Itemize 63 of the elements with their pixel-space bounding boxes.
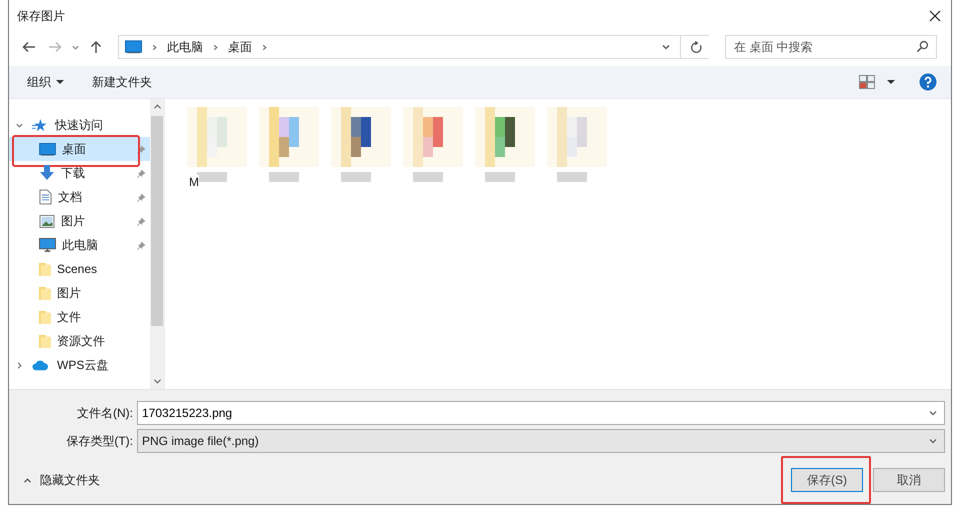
chevron-down-icon[interactable] (661, 42, 671, 52)
window-title: 保存图片 (17, 8, 65, 24)
file-type-label: 保存类型(T): (65, 432, 134, 450)
chevron-right-icon (261, 44, 268, 50)
folder-icon (39, 309, 51, 325)
chevron-down-icon (928, 408, 938, 418)
folder-icon (39, 333, 51, 349)
organize-menu-button[interactable]: 组织 (21, 70, 70, 94)
pin-icon[interactable] (137, 192, 146, 202)
pin-icon[interactable] (137, 168, 146, 178)
monitor-icon (39, 238, 56, 252)
down-arrow-icon (39, 165, 55, 181)
sidebar-item[interactable]: 桌面 (9, 137, 150, 161)
refresh-icon[interactable] (690, 40, 703, 54)
chevron-down-icon (928, 436, 938, 446)
folder-icon (39, 285, 51, 301)
cloud-icon (32, 359, 49, 371)
monitor-icon (39, 142, 56, 156)
pin-icon[interactable] (137, 240, 146, 250)
file-type-dropdown[interactable]: PNG image file(*.png) (137, 429, 945, 453)
sidebar-item[interactable]: 文件 (9, 305, 150, 329)
star-icon (32, 118, 47, 132)
sidebar-item[interactable]: 图片 (9, 281, 150, 305)
chevron-right-icon (212, 44, 219, 50)
scroll-up-icon[interactable] (152, 103, 162, 110)
help-icon[interactable] (919, 73, 937, 91)
pin-icon[interactable] (137, 216, 146, 226)
sidebar-item[interactable]: 资源文件 (9, 329, 150, 353)
chevron-up-icon (23, 476, 32, 484)
address-bar[interactable]: 此电脑 桌面 (118, 35, 709, 59)
folder-icon (39, 261, 51, 277)
monitor-icon (125, 40, 142, 54)
dropdown-arrow-icon (56, 79, 64, 85)
new-folder-button[interactable]: 新建文件夹 (86, 70, 158, 94)
file-name: M (189, 175, 199, 189)
sidebar-item[interactable]: 文档 (9, 185, 150, 209)
search-icon (916, 40, 929, 53)
breadcrumb-item[interactable]: 桌面 (228, 38, 252, 56)
view-options-icon[interactable] (859, 75, 875, 89)
search-field[interactable]: 在 桌面 中搜索 (725, 35, 937, 59)
scroll-down-icon[interactable] (152, 378, 162, 385)
sidebar-item[interactable]: 图片 (9, 209, 150, 233)
dropdown-arrow-icon[interactable] (887, 79, 895, 85)
close-icon[interactable] (929, 10, 941, 22)
hide-folders-button[interactable]: 隐藏文件夹 (19, 470, 104, 490)
dialog-button[interactable]: 保存(S) (791, 468, 863, 492)
filename-field[interactable]: 1703215223.png (137, 401, 945, 425)
up-arrow-icon[interactable] (88, 39, 104, 55)
sidebar-item[interactable]: 下载 (9, 161, 150, 185)
sidebar-item[interactable]: Scenes (9, 257, 150, 281)
document-icon (39, 189, 52, 205)
pin-icon[interactable] (137, 144, 146, 154)
sidebar-item[interactable]: 快速访问 (9, 113, 150, 137)
chevron-icon[interactable] (15, 360, 24, 370)
back-arrow-icon[interactable] (21, 39, 37, 55)
sidebar-item[interactable]: 此电脑 (9, 233, 150, 257)
scrollbar-thumb[interactable] (151, 116, 163, 326)
dialog-button[interactable]: 取消 (873, 468, 945, 492)
breadcrumb-item[interactable]: 此电脑 (167, 38, 203, 56)
chevron-right-icon (151, 44, 158, 50)
image-icon (39, 214, 55, 228)
filename-label: 文件名(N): (76, 404, 134, 422)
sidebar-item[interactable]: WPS云盘 (9, 353, 150, 377)
